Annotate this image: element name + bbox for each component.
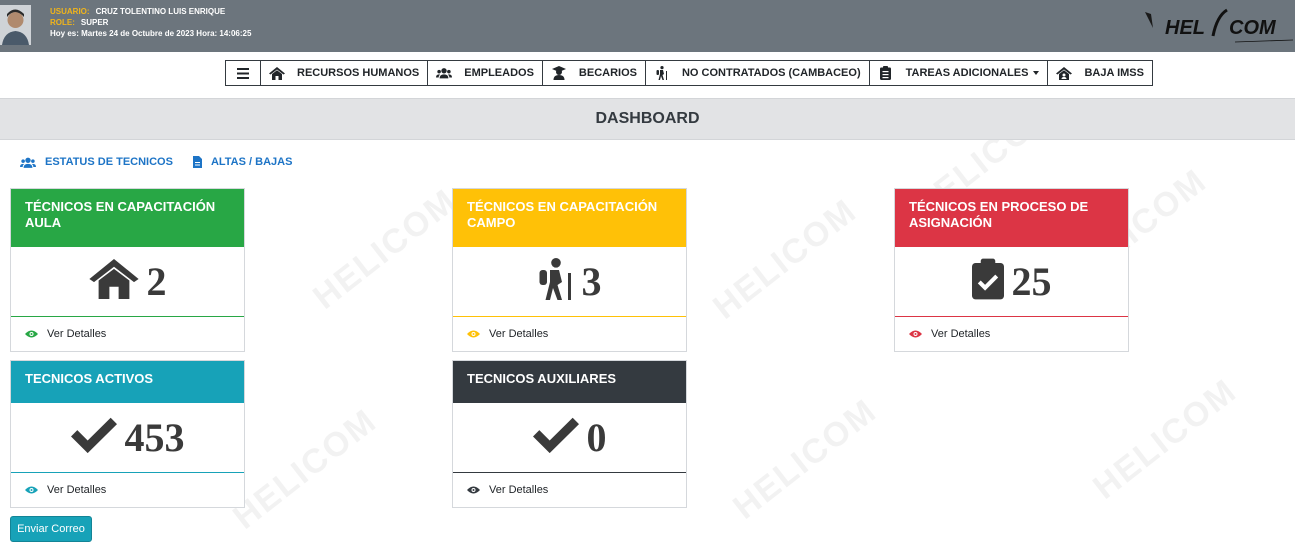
page-title: DASHBOARD [595, 110, 700, 127]
card-title: TÉCNICOS EN PROCESO DE ASIGNACIÓN [895, 189, 1128, 247]
card-value: 3 [581, 259, 602, 304]
file-icon [192, 156, 202, 168]
eye-icon [467, 486, 480, 494]
card-title: TÉCNICOS EN CAPACITACIÓN AULA [11, 189, 244, 247]
user-info: USUARIO: CRUZ TOLENTINO LUIS ENRIQUE ROLE… [50, 7, 252, 38]
ver-detalles-link[interactable]: Ver Detalles [453, 473, 686, 507]
card-title: TECNICOS ACTIVOS [11, 361, 244, 403]
send-email-button[interactable]: Enviar Correo [10, 516, 92, 542]
date-time: Hoy es: Martes 24 de Octubre de 2023 Hor… [50, 29, 252, 38]
clipboard-icon [878, 66, 894, 80]
eye-icon [25, 330, 38, 338]
card-capacitacion-campo: TÉCNICOS EN CAPACITACIÓN CAMPO 3 Ver Det… [452, 188, 687, 352]
check-icon [70, 417, 117, 458]
check-icon [532, 417, 579, 458]
card-tecnicos-auxiliares: TECNICOS AUXILIARES 0 Ver Detalles [452, 360, 687, 508]
nav-recursos-humanos[interactable]: RECURSOS HUMANOS [260, 60, 429, 86]
ver-detalles-link[interactable]: Ver Detalles [11, 317, 244, 351]
svg-text:COM: COM [1229, 17, 1277, 39]
hiking-icon [654, 66, 670, 80]
menu-toggle-button[interactable] [225, 60, 261, 86]
eye-icon [909, 330, 922, 338]
main-nav: RECURSOS HUMANOS EMPLEADOS BECARIOS NO C… [225, 60, 1153, 86]
nav-no-contratados[interactable]: NO CONTRATADOS (CAMBACEO) [644, 60, 870, 86]
users-icon [20, 157, 36, 168]
card-capacitacion-aula: TÉCNICOS EN CAPACITACIÓN AULA 2 Ver Deta… [10, 188, 245, 352]
card-proceso-asignacion: TÉCNICOS EN PROCESO DE ASIGNACIÓN 25 Ver… [894, 188, 1129, 352]
eye-icon [467, 330, 480, 338]
home-icon [88, 259, 139, 304]
ver-detalles-link[interactable]: Ver Detalles [453, 317, 686, 351]
nav-baja-imss[interactable]: BAJA IMSS [1047, 60, 1153, 86]
chevron-down-icon [1033, 71, 1040, 75]
ver-detalles-link[interactable]: Ver Detalles [11, 473, 244, 507]
page-title-bar: DASHBOARD [0, 98, 1295, 140]
users-icon [436, 66, 453, 80]
graduate-icon [551, 66, 567, 80]
user-name: CRUZ TOLENTINO LUIS ENRIQUE [95, 7, 226, 16]
ver-detalles-link[interactable]: Ver Detalles [895, 317, 1128, 351]
user-role: SUPER [80, 18, 109, 27]
card-tecnicos-activos: TECNICOS ACTIVOS 453 Ver Detalles [10, 360, 245, 508]
nav-becarios[interactable]: BECARIOS [541, 60, 646, 86]
clipboard-check-icon [971, 258, 1004, 305]
svg-text:HEL: HEL [1165, 17, 1205, 39]
nav-tareas-adicionales-dropdown[interactable]: TAREAS ADICIONALES [868, 60, 1049, 86]
card-title: TÉCNICOS EN CAPACITACIÓN CAMPO [453, 189, 686, 247]
company-logo: HEL COM [1145, 6, 1295, 46]
section-links: ESTATUS DE TECNICOS ALTAS / BAJAS [20, 156, 312, 168]
card-value: 453 [124, 415, 185, 460]
card-value: 2 [146, 259, 167, 304]
link-estatus-tecnicos[interactable]: ESTATUS DE TECNICOS [20, 156, 173, 168]
card-value: 25 [1011, 259, 1052, 304]
hiking-icon [538, 257, 574, 306]
bars-icon [235, 66, 251, 80]
link-altas-bajas[interactable]: ALTAS / BAJAS [192, 156, 292, 168]
avatar [0, 5, 31, 45]
house-user-icon [1056, 66, 1073, 80]
top-header: USUARIO: CRUZ TOLENTINO LUIS ENRIQUE ROLE… [0, 0, 1295, 52]
home-icon [269, 66, 285, 80]
card-title: TECNICOS AUXILIARES [453, 361, 686, 403]
nav-empleados[interactable]: EMPLEADOS [427, 60, 543, 86]
card-value: 0 [586, 415, 607, 460]
eye-icon [25, 486, 38, 494]
